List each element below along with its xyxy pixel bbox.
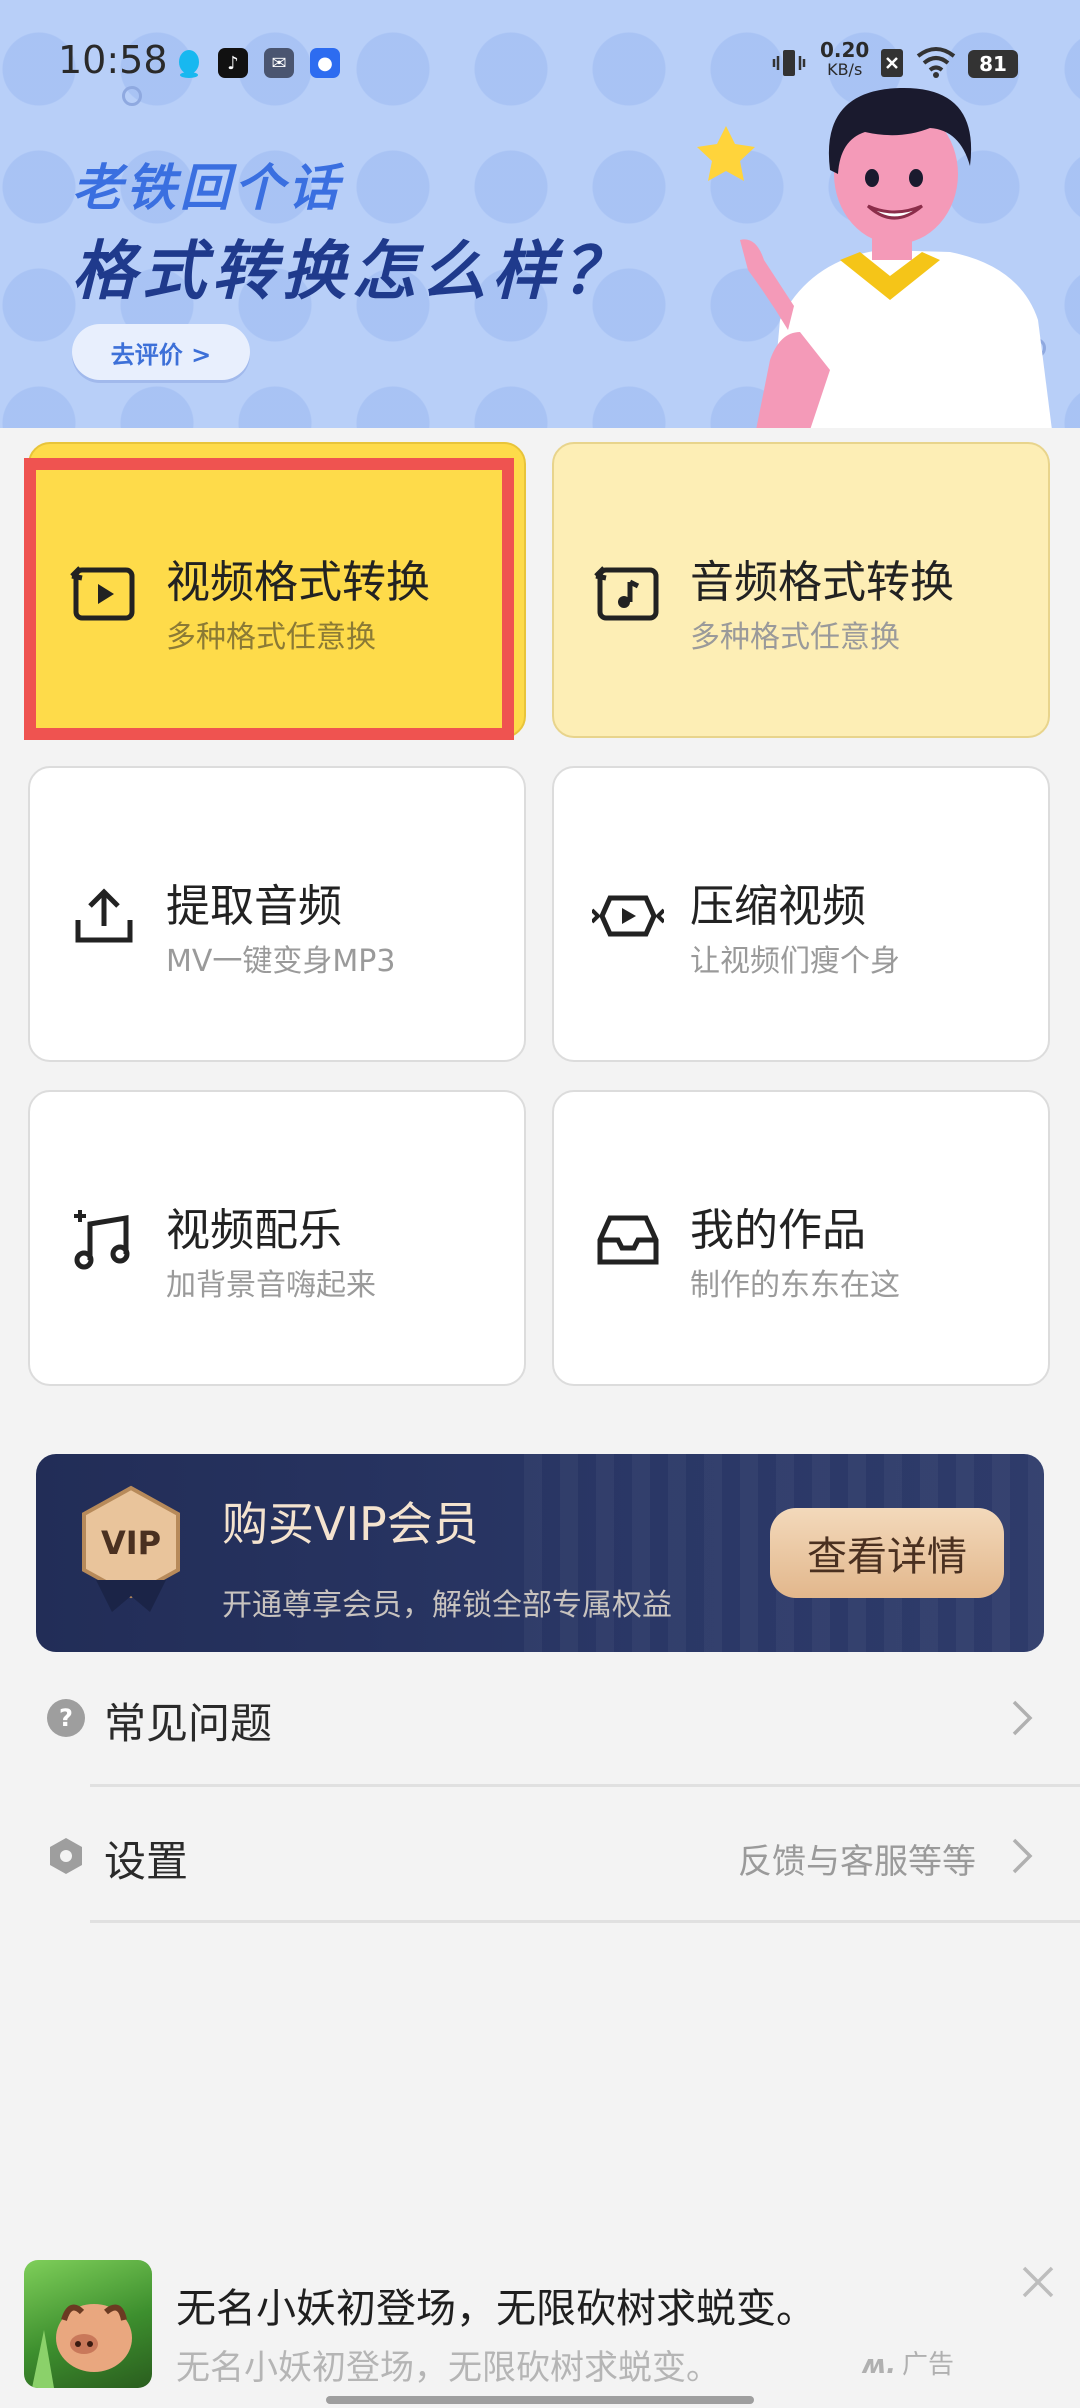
close-icon[interactable]: [1018, 2262, 1058, 2302]
tool-subtitle: 让视频们瘦个身: [690, 944, 900, 979]
menu-row-settings[interactable]: 设置 反馈与客服等等: [0, 1792, 1080, 1922]
home-indicator[interactable]: [326, 2396, 754, 2404]
svg-text:?: ?: [59, 1704, 73, 1732]
chevron-right-icon: [1012, 1838, 1033, 1874]
ad-subtitle: 无名小妖初登场，无限砍树求蜕变。: [176, 2348, 720, 2388]
upload-icon: [75, 888, 133, 943]
banner-headline: 格式转换怎么样？: [72, 235, 632, 309]
tool-subtitle: 加背景音嗨起来: [166, 1268, 376, 1303]
review-banner[interactable]: 10:58 ♪ ✉ ● 0.20 KB/s 81 老铁回个话 格式转换怎么样？: [0, 0, 1080, 428]
menu-label: 常见问题: [104, 1699, 273, 1748]
divider: [90, 1920, 1080, 1923]
review-button[interactable]: 去评价 >: [72, 324, 250, 380]
tool-subtitle: 多种格式任意换: [166, 620, 376, 655]
vip-subtitle: 开通尊享会员，解锁全部专属权益: [222, 1588, 672, 1623]
banner-title: 老铁回个话: [72, 159, 342, 217]
app-notification-icon: ●: [310, 48, 340, 78]
settings-icon: [46, 1836, 86, 1876]
tool-title: 音频格式转换: [690, 557, 954, 608]
tool-subtitle: 制作的东东在这: [690, 1268, 900, 1303]
chevron-right-icon: [1012, 1700, 1033, 1736]
menu-label: 设置: [104, 1837, 189, 1886]
ad-label: ʍ. 广告: [862, 2344, 954, 2381]
vip-details-button[interactable]: 查看详情: [770, 1508, 1004, 1598]
tool-title: 视频配乐: [166, 1205, 342, 1256]
qq-icon: [174, 48, 204, 78]
video-convert-icon: [70, 566, 135, 621]
tool-card-extract-audio[interactable]: 提取音频 MV一键变身MP3: [28, 766, 526, 1062]
audio-convert-icon: [594, 566, 659, 621]
net-speed-value: 0.20: [820, 38, 870, 62]
tool-card-video-music[interactable]: 视频配乐 加背景音嗨起来: [28, 1090, 526, 1386]
divider: [90, 1784, 1080, 1787]
ad-thumbnail[interactable]: [24, 2260, 152, 2388]
tool-title: 视频格式转换: [166, 557, 430, 608]
inbox-icon: [597, 1215, 659, 1265]
app-screen: 10:58 ♪ ✉ ● 0.20 KB/s 81 老铁回个话 格式转换怎么样？: [0, 0, 1080, 2408]
mail-icon: ✉: [264, 48, 294, 78]
ad-tag-text: 广告: [901, 2350, 954, 2380]
ad-title: 无名小妖初登场，无限砍树求蜕变。: [176, 2286, 816, 2332]
tool-subtitle: MV一键变身MP3: [166, 944, 396, 979]
vip-title: 购买VIP会员: [222, 1497, 479, 1551]
compress-video-icon: [592, 895, 664, 937]
menu-row-faq[interactable]: ? 常见问题: [0, 1654, 1080, 1784]
vip-badge-icon: VIP: [82, 1485, 180, 1612]
status-time: 10:58: [58, 38, 168, 82]
tool-title: 压缩视频: [690, 881, 866, 932]
ad-banner[interactable]: 无名小妖初登场，无限砍树求蜕变。 无名小妖初登场，无限砍树求蜕变。 ʍ. 广告: [0, 2240, 1080, 2408]
tool-card-audio-convert[interactable]: 音频格式转换 多种格式任意换: [552, 442, 1050, 738]
tool-card-compress-video[interactable]: 压缩视频 让视频们瘦个身: [552, 766, 1050, 1062]
menu-hint: 反馈与客服等等: [738, 1842, 976, 1882]
vip-banner[interactable]: VIP 购买VIP会员 开通尊享会员，解锁全部专属权益 查看详情: [36, 1454, 1044, 1652]
mascot-illustration: [697, 87, 1052, 428]
tool-title: 提取音频: [166, 881, 342, 932]
tiktok-icon: ♪: [218, 48, 248, 78]
tool-card-video-convert[interactable]: 视频格式转换 多种格式任意换: [28, 442, 526, 738]
help-icon: ?: [46, 1698, 86, 1738]
music-note-icon: [74, 1210, 130, 1270]
tool-card-my-works[interactable]: 我的作品 制作的东东在这: [552, 1090, 1050, 1386]
vip-badge-text: VIP: [101, 1524, 161, 1562]
tool-title: 我的作品: [690, 1205, 866, 1256]
ad-brand-icon: ʍ.: [862, 2350, 896, 2380]
tool-subtitle: 多种格式任意换: [690, 620, 900, 655]
